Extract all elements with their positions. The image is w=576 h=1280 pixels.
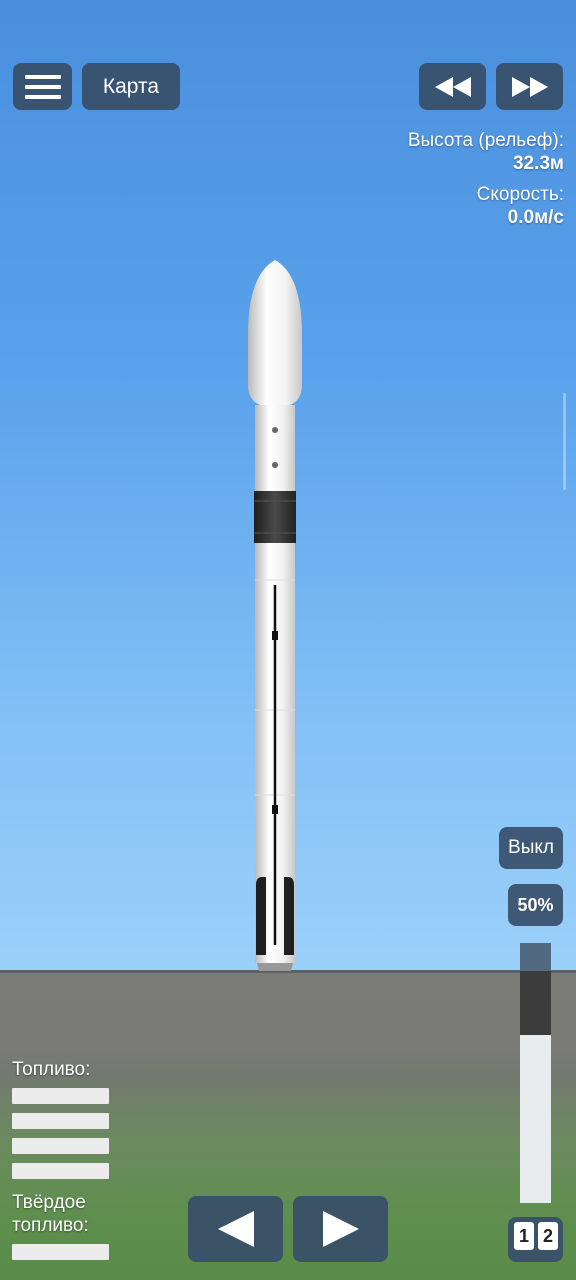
menu-button[interactable]	[13, 63, 72, 110]
rocket	[248, 260, 302, 971]
rocket-landing-leg	[284, 877, 294, 955]
solid-fuel-gauge-bar	[12, 1244, 109, 1260]
triangle-right-icon	[322, 1211, 359, 1247]
stage-1[interactable]: 1	[514, 1222, 534, 1250]
throttle-percent-label: 50%	[517, 894, 554, 915]
fuel-gauge-bar	[12, 1113, 109, 1129]
rocket-second-stage	[255, 405, 295, 495]
throttle-slider-handle[interactable]	[520, 971, 551, 1035]
speed-label: Скорость:	[476, 184, 564, 205]
fast-forward-icon	[511, 76, 548, 97]
fuel-gauge-bar	[12, 1163, 109, 1179]
rotate-right-button[interactable]	[293, 1196, 388, 1262]
engine-toggle-label: Выкл	[508, 837, 554, 858]
speed-value: 0.0м/с	[507, 207, 564, 228]
solid-fuel-label-line2: топливо:	[12, 1215, 89, 1236]
throttle-slider-top	[520, 943, 551, 971]
fast-forward-button[interactable]	[496, 63, 563, 110]
solid-fuel-label: Твёрдое топливо:	[12, 1191, 89, 1237]
solid-fuel-label-line1: Твёрдое	[12, 1192, 86, 1213]
rewind-button[interactable]	[419, 63, 486, 110]
map-button-label: Карта	[102, 74, 160, 98]
engine-toggle-button[interactable]: Выкл	[499, 827, 563, 869]
throttle-percent-badge: 50%	[508, 884, 563, 926]
fuel-label: Топливо:	[12, 1059, 91, 1080]
scroll-indicator	[563, 393, 566, 490]
rocket-engines	[257, 963, 293, 971]
throttle-slider[interactable]	[520, 943, 551, 1203]
triangle-left-icon	[217, 1211, 254, 1247]
stage-2[interactable]: 2	[538, 1222, 558, 1250]
rocket-fairing	[248, 260, 302, 405]
rotate-left-button[interactable]	[188, 1196, 283, 1262]
altitude-label: Высота (рельеф):	[407, 130, 564, 151]
speed-readout: Скорость: 0.0м/с	[477, 183, 564, 229]
hamburger-menu-icon	[24, 74, 61, 99]
altitude-readout: Высота (рельеф): 32.3м	[408, 129, 564, 175]
rocket-landing-leg	[256, 877, 266, 955]
fuel-gauge-bar	[12, 1138, 109, 1154]
rewind-icon	[434, 76, 471, 97]
rocket-interstage	[254, 491, 296, 543]
fuel-gauge-bar	[12, 1088, 109, 1104]
altitude-value: 32.3м	[512, 153, 564, 174]
map-button[interactable]: Карта	[82, 63, 180, 110]
